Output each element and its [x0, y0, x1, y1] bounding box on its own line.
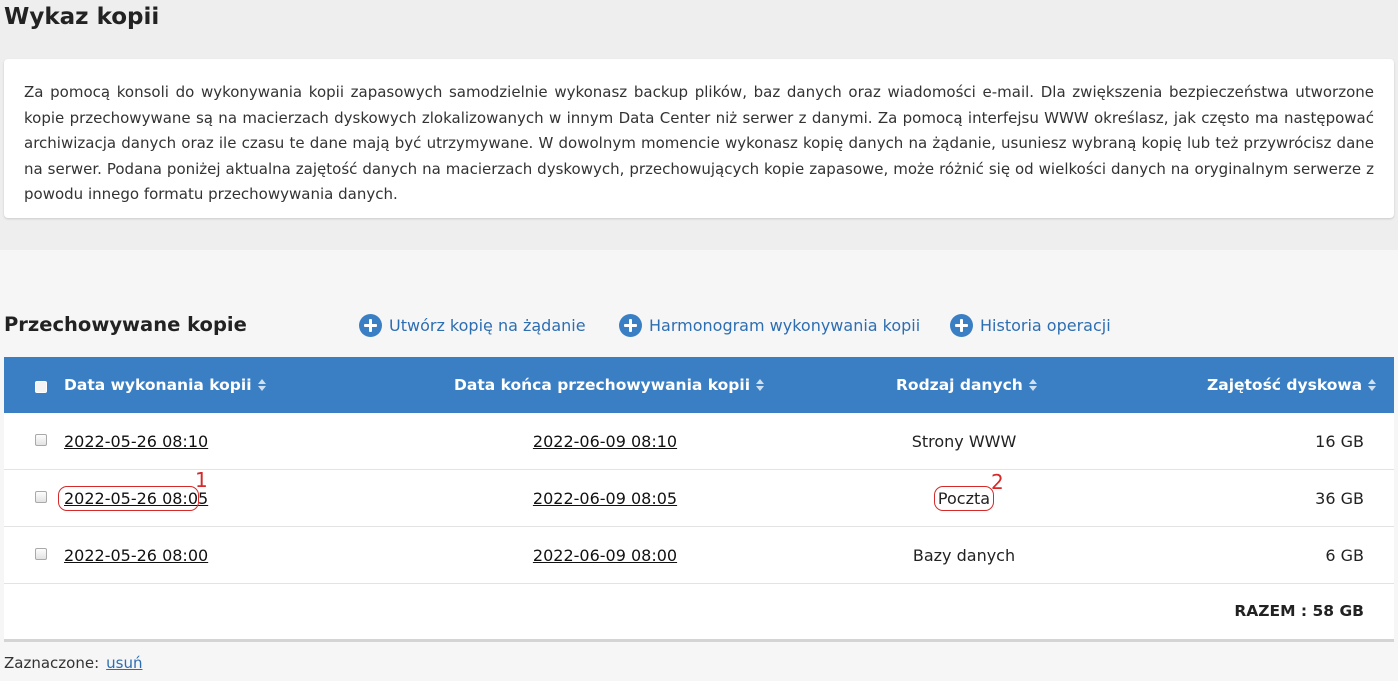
data-type: Strony WWW [911, 432, 1017, 451]
row-checkbox[interactable] [35, 434, 47, 446]
row-checkbox[interactable] [35, 491, 47, 503]
plus-circle-icon [359, 313, 382, 337]
page-title: Wykaz kopii [4, 4, 160, 30]
backups-table: Data wykonania kopii Data końca przechow… [4, 357, 1394, 642]
column-header-size[interactable]: Zajętość dyskowa [1207, 375, 1377, 395]
highlight-marker [934, 486, 994, 511]
expiry-date-link[interactable]: 2022-06-09 08:00 [533, 546, 677, 565]
disk-usage: 16 GB [1315, 432, 1364, 451]
column-header-expires-label: Data końca przechowywania kopii [454, 376, 751, 394]
disk-usage: 6 GB [1325, 546, 1364, 565]
operation-history-label: Historia operacji [980, 315, 1111, 335]
plus-circle-icon [950, 313, 973, 337]
info-card: Za pomocą konsoli do wykonywania kopii z… [4, 59, 1394, 218]
column-header-expires[interactable]: Data końca przechowywania kopii [454, 375, 765, 395]
column-header-type-label: Rodzaj danych [896, 376, 1023, 394]
operation-history-link[interactable]: Historia operacji [950, 313, 1111, 337]
marker-number: 2 [991, 470, 1004, 494]
data-type: Bazy danych [912, 546, 1016, 565]
create-backup-label: Utwórz kopię na żądanie [389, 315, 586, 335]
sort-icon [1028, 379, 1037, 391]
info-text: Za pomocą konsoli do wykonywania kopii z… [24, 83, 1374, 203]
expiry-date-link[interactable]: 2022-06-09 08:05 [533, 489, 677, 508]
bulk-actions: Zaznaczone: usuń [4, 654, 142, 672]
expiry-date-link[interactable]: 2022-06-09 08:10 [533, 432, 677, 451]
table-row: 2022-05-26 08:00 2022-06-09 08:00 Bazy d… [4, 527, 1394, 584]
column-header-size-label: Zajętość dyskowa [1207, 376, 1363, 394]
create-backup-link[interactable]: Utwórz kopię na żądanie [359, 313, 586, 337]
total-usage: RAZEM : 58 GB [1234, 602, 1364, 620]
disk-usage: 36 GB [1315, 489, 1364, 508]
backup-schedule-label: Harmonogram wykonywania kopii [649, 315, 921, 335]
column-header-created-label: Data wykonania kopii [64, 376, 252, 394]
table-row: 2022-05-26 08:10 2022-06-09 08:10 Strony… [4, 413, 1394, 470]
sort-icon [1368, 379, 1377, 391]
row-checkbox[interactable] [35, 548, 47, 560]
backup-date-link[interactable]: 2022-05-26 08:10 [64, 432, 208, 451]
sort-icon [257, 379, 266, 391]
table-header: Data wykonania kopii Data końca przechow… [4, 357, 1394, 413]
marker-number: 1 [195, 468, 208, 492]
select-all-checkbox[interactable] [35, 381, 47, 393]
plus-circle-icon [619, 313, 642, 337]
backup-schedule-link[interactable]: Harmonogram wykonywania kopii [619, 313, 920, 337]
column-header-type[interactable]: Rodzaj danych [896, 375, 1037, 395]
sort-icon [756, 379, 765, 391]
delete-selected-link[interactable]: usuń [106, 654, 142, 672]
selected-label: Zaznaczone: [4, 654, 100, 672]
backup-date-link[interactable]: 2022-05-26 08:00 [64, 546, 208, 565]
section-title: Przechowywane kopie [4, 313, 247, 336]
column-header-created[interactable]: Data wykonania kopii [64, 375, 266, 395]
table-row: 2022-05-26 08:05 2022-06-09 08:05 Poczta… [4, 470, 1394, 527]
highlight-marker [58, 486, 199, 511]
